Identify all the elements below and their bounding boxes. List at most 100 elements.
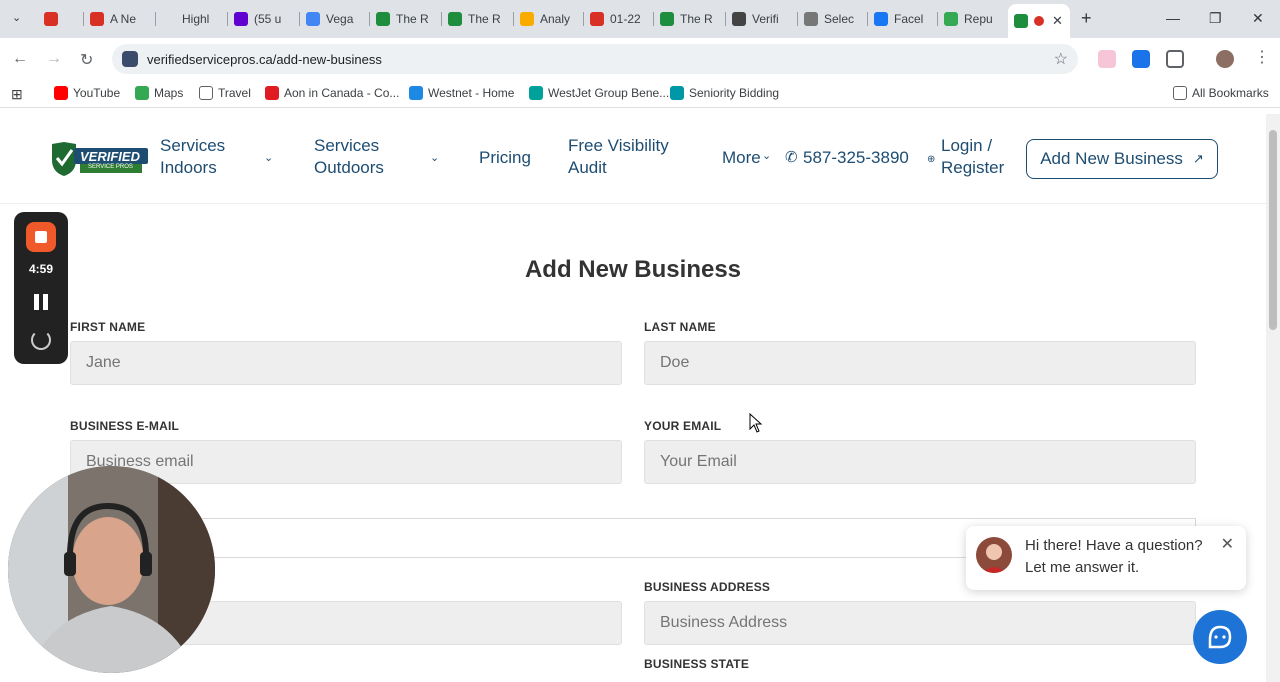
browser-tab[interactable]: (55 u [230,6,292,32]
restart-icon[interactable] [31,330,51,350]
browser-tab[interactable]: Facel [870,6,932,32]
browser-tab[interactable]: The R [372,6,434,32]
tab-active[interactable]: ✕ [1008,4,1070,38]
page-title: Add New Business [524,256,742,283]
close-icon[interactable]: ✕ [1221,534,1234,554]
close-window-icon[interactable]: ✕ [1252,10,1264,27]
webcam-image [8,466,215,673]
chevron-down-icon[interactable]: ⌄ [264,151,273,164]
chevron-down-icon[interactable]: ⌄ [762,149,771,162]
bookmarks-bar: ⊞ YouTube Maps Travel Aon in Canada - Co...… [0,80,1280,108]
bookmark-icon [670,86,684,100]
tab-search-icon[interactable]: ⌄ [12,11,21,24]
bookmark-label: Westnet - Home [428,86,515,100]
new-tab-button[interactable]: + [1081,8,1092,29]
recording-dot-icon [1034,16,1044,26]
bookmark-item[interactable]: Maps [135,86,183,100]
profile-avatar[interactable] [1216,50,1234,68]
nav-services-indoors[interactable]: Services Indoors [160,135,250,179]
page-scrollbar[interactable] [1266,114,1280,682]
browser-tab[interactable] [40,6,72,32]
extension-pink-icon[interactable] [1098,50,1116,68]
phone-icon: ✆ [785,149,798,166]
browser-tab[interactable]: The R [656,6,718,32]
bookmark-item[interactable]: WestJet Group Bene... [529,86,669,100]
url-text[interactable]: verifiedservicepros.ca/add-new-business [147,52,382,67]
browser-tab-label: A Ne [110,12,137,26]
browser-tab-label: Analy [540,12,571,26]
bookmark-icon [199,86,213,100]
docs-icon [306,12,320,26]
browser-tab[interactable]: Vega [302,6,364,32]
tab-separator [937,12,938,26]
site-icon [448,12,462,26]
browser-tab-label: Highl [182,12,210,26]
extensions-puzzle-icon[interactable] [1166,50,1184,68]
nav-free-audit[interactable]: Free Visibility Audit [568,135,688,179]
chat-popup[interactable]: Hi there! Have a question? Let me answer… [966,526,1246,590]
bookmark-icon [265,86,279,100]
your-email-input[interactable] [644,440,1196,484]
generic-tab-icon [162,12,176,26]
browser-tab[interactable]: Analy [516,6,578,32]
browser-tab[interactable]: Selec [800,6,862,32]
tab-separator [155,12,156,26]
browser-tab[interactable]: 01-22 [586,6,648,32]
webcam-overlay[interactable] [8,466,215,673]
add-new-business-label: Add New Business [1040,149,1183,168]
add-new-business-button[interactable]: Add New Business ↗ [1026,139,1218,179]
site-icon [804,12,818,26]
apps-grid-icon[interactable]: ⊞ [11,86,23,103]
logo-text: VERIFIED [80,149,140,164]
first-name-input[interactable] [70,341,622,385]
business-address-label: BUSINESS ADDRESS [644,580,771,594]
address-bar[interactable]: verifiedservicepros.ca/add-new-business … [112,44,1078,74]
bookmark-item[interactable]: YouTube [54,86,120,100]
scrollbar-thumb[interactable] [1269,130,1277,330]
nav-login[interactable]: Login / Register [941,135,1016,179]
bookmark-item[interactable]: Westnet - Home [409,86,514,100]
browser-menu-icon[interactable]: ⋮ [1254,47,1270,67]
all-bookmarks[interactable]: All Bookmarks [1173,86,1269,100]
nav-services-outdoors[interactable]: Services Outdoors [314,135,414,179]
site-icon [660,12,674,26]
browser-tab[interactable]: Repu [940,6,1002,32]
tab-close-icon[interactable]: ✕ [1052,13,1063,29]
forward-icon[interactable]: → [46,50,62,68]
bookmark-label: Maps [154,86,184,100]
reload-icon[interactable]: ↻ [80,50,93,70]
business-address-input[interactable] [644,601,1196,645]
nav-pricing[interactable]: Pricing [479,147,531,169]
back-icon[interactable]: ← [12,50,28,68]
minimize-icon[interactable]: — [1166,10,1180,26]
browser-toolbar: ← → ↻ verifiedservicepros.ca/add-new-bus… [0,38,1280,80]
nav-more[interactable]: More [722,147,761,169]
bookmark-icon [54,86,68,100]
bookmark-item[interactable]: Seniority Bidding [670,86,779,100]
bookmark-item[interactable]: Aon in Canada - Co... [265,86,399,100]
chat-launcher-button[interactable] [1193,610,1247,664]
bookmark-icon [529,86,543,100]
pause-icon[interactable] [34,294,48,310]
site-header: VERIFIED SERVICE PROS Services Indoors ⌄… [0,114,1266,204]
stop-recording-icon[interactable] [26,222,56,252]
tab-separator [797,12,798,26]
first-name-label: FIRST NAME [70,320,146,334]
last-name-input[interactable] [644,341,1196,385]
browser-tab[interactable]: Verifi [728,6,790,32]
nav-phone[interactable]: 587-325-3890 [803,147,909,169]
chevron-down-icon[interactable]: ⌄ [430,151,439,164]
bookmark-item[interactable]: Travel [199,86,251,100]
gmail-icon [90,12,104,26]
restore-icon[interactable]: ❐ [1209,10,1222,27]
site-info-icon[interactable] [122,51,138,67]
browser-tab[interactable]: A Ne [86,6,148,32]
browser-tab[interactable]: The R [444,6,506,32]
bookmark-star-icon[interactable]: ☆ [1054,49,1068,69]
extension-blue-icon[interactable] [1132,50,1150,68]
last-name-label: LAST NAME [644,320,716,334]
bookmark-label: YouTube [73,86,121,100]
browser-tab[interactable]: Highl [158,6,220,32]
sk-icon [590,12,604,26]
browser-tab-label: Repu [964,12,993,26]
